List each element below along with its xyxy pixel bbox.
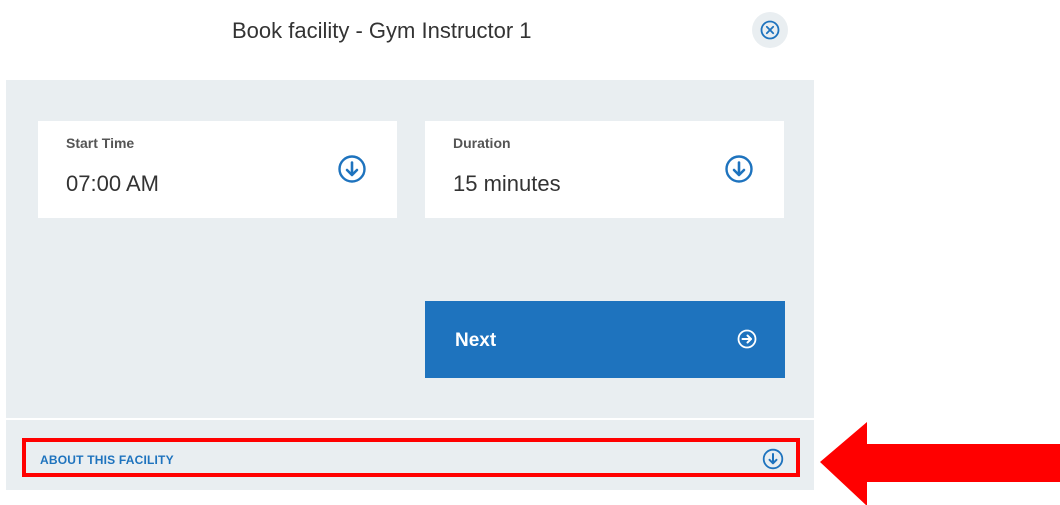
start-time-label: Start Time	[66, 135, 135, 151]
red-pointer-arrow-icon	[820, 422, 1060, 505]
booking-modal: Book facility - Gym Instructor 1 Start T…	[0, 0, 1060, 505]
about-facility-section: ABOUT THIS FACILITY	[6, 420, 814, 490]
next-button-label: Next	[455, 330, 497, 351]
start-time-value: 07:00 AM	[66, 171, 159, 196]
close-icon	[760, 20, 780, 40]
about-facility-label: ABOUT THIS FACILITY	[40, 453, 174, 467]
close-button[interactable]	[752, 12, 788, 48]
chevron-down-circle-icon	[338, 155, 366, 183]
chevron-down-circle-icon	[725, 155, 753, 183]
booking-form-panel: Start Time 07:00 AM Duration 15 minutes …	[6, 80, 814, 418]
modal-title: Book facility - Gym Instructor 1	[232, 18, 532, 43]
duration-select[interactable]: Duration 15 minutes	[425, 121, 784, 218]
start-time-select[interactable]: Start Time 07:00 AM	[38, 121, 397, 218]
duration-value: 15 minutes	[453, 171, 561, 196]
chevron-down-circle-icon	[762, 448, 784, 470]
duration-label: Duration	[453, 135, 511, 151]
next-button[interactable]: Next	[425, 301, 785, 378]
about-facility-toggle[interactable]: ABOUT THIS FACILITY	[22, 438, 800, 477]
arrow-right-circle-icon	[737, 329, 757, 349]
